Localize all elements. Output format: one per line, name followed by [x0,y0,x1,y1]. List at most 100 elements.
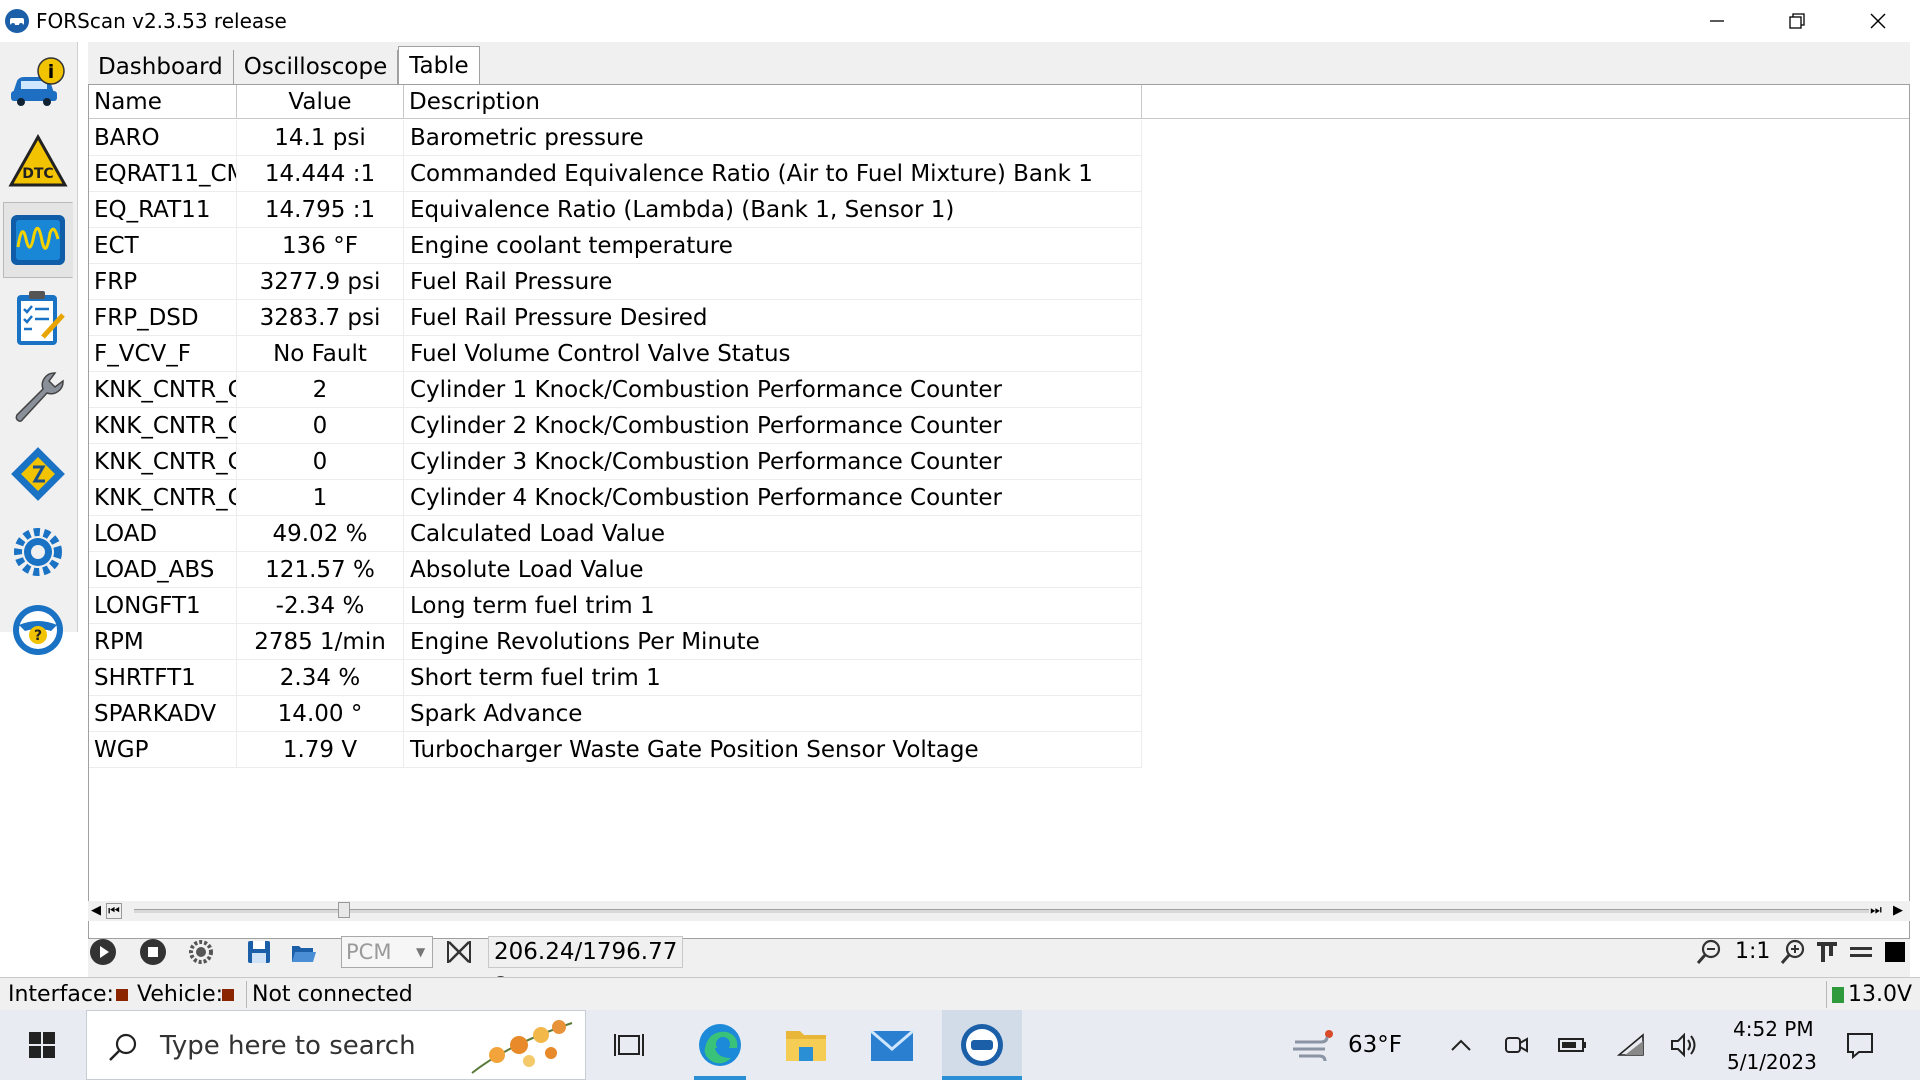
marker-button[interactable] [1810,935,1844,969]
mail-taskbar-button[interactable] [856,1010,928,1080]
table-row[interactable]: WGP 1.79 V Turbocharger Waste Gate Positio… [89,732,1142,768]
cell-description: Spark Advance [404,696,1142,732]
table-row[interactable]: LONGFT1 -2.34 % Long term fuel trim 1 [89,588,1142,624]
car-info-icon: i [11,57,65,106]
marker-icon [1817,942,1837,962]
module-select[interactable]: PCM ▼ [341,936,433,968]
tab-table[interactable]: Table [398,46,480,84]
status-bar: Interface: Vehicle: Not connected 13.0V [0,977,1920,1010]
scroll-left-icon[interactable]: ◀ [88,903,104,919]
table-row[interactable]: KNK_CNTR_CY0Cylinder 2 Knock/Combustion … [89,408,1142,444]
cell-name: KNK_CNTR_CY [89,444,237,480]
vehicle-status-indicator [216,978,240,1011]
battery-status-icon [1832,987,1844,1003]
help-button[interactable]: ? [3,592,73,668]
save-button[interactable] [242,935,276,969]
battery-tray-button[interactable] [1554,1010,1590,1080]
cell-description: Cylinder 1 Knock/Combustion Performance … [404,372,1142,408]
meet-now-button[interactable] [1500,1010,1532,1080]
fullscreen-button[interactable] [1878,935,1912,969]
tab-dashboard[interactable]: Dashboard [88,50,234,84]
zoom-ratio[interactable]: 1:1 [1735,936,1770,968]
table-row[interactable]: SHRTFT1 2.34 % Short term fuel trim 1 [89,660,1142,696]
close-button[interactable] [1838,0,1918,42]
dtc-button[interactable]: DTC [3,124,73,200]
mail-icon [870,1029,914,1061]
cell-description: Turbocharger Waste Gate Position Sensor … [404,732,1142,768]
weather-temperature[interactable]: 63°F [1348,1010,1402,1080]
play-button[interactable] [86,935,120,969]
table-row[interactable]: SPARKADV 14.00 ° Spark Advance [89,696,1142,732]
zoom-out-button[interactable] [1692,935,1726,969]
scroll-end-icon[interactable]: ⏭ [1868,903,1884,919]
notification-icon [1847,1033,1873,1060]
table-row[interactable]: KNK_CNTR_CY1Cylinder 4 Knock/Combustion … [89,480,1142,516]
time-position-display: 206.24/1796.77 s [488,936,683,995]
vehicle-info-button[interactable]: i [3,46,73,122]
table-row[interactable]: FRP 3277.9 psi Fuel Rail Pressure [89,264,1142,300]
active-app-indicator [942,1076,1022,1080]
title-bar: FORScan v2.3.53 release [0,0,1920,42]
table-row[interactable]: FRP_DSD 3283.7 psi Fuel Rail Pressure Desi… [89,300,1142,336]
scroll-track[interactable] [134,909,1869,913]
cell-value: 14.00 ° [237,696,404,732]
wifi-icon [1617,1033,1644,1056]
configuration-button[interactable] [3,436,73,512]
scroll-start-icon[interactable]: ⏮ [106,903,122,919]
stop-button[interactable] [136,935,170,969]
volume-tray-button[interactable] [1666,1010,1702,1080]
cell-name: RPM [89,624,237,660]
table-row[interactable]: LOAD_ABS 121.57 % Absolute Load Value [89,552,1142,588]
forscan-app-icon [961,1024,1003,1066]
restore-button[interactable] [1757,0,1837,42]
stop-icon [140,939,166,965]
table-row[interactable]: KNK_CNTR_CY0Cylinder 3 Knock/Combustion … [89,444,1142,480]
table-row[interactable]: BARO 14.1 psi Barometric pressure [89,120,1142,156]
data-table[interactable]: Name Value Description BARO 14.1 psi Barom… [88,84,1910,939]
hide-button[interactable] [1844,935,1878,969]
search-placeholder: Type here to search [160,1031,416,1061]
column-header-description[interactable]: Description [404,85,1142,119]
forscan-taskbar-button[interactable] [942,1010,1022,1080]
scroll-right-icon[interactable]: ▶ [1890,903,1906,919]
task-view-button[interactable] [600,1010,660,1080]
show-hidden-icons-button[interactable] [1446,1010,1476,1080]
table-row[interactable]: RPM 2785 1/min Engine Revolutions Per Minu… [89,624,1142,660]
cell-name: EQ_RAT11 [89,192,237,228]
wifi-tray-button[interactable] [1614,1010,1648,1080]
service-button[interactable] [3,358,73,434]
minimize-button[interactable] [1677,0,1757,42]
module-select-value: PCM [346,940,392,964]
settings-tool-button[interactable] [184,935,218,969]
reset-zoom-button[interactable] [442,935,476,969]
open-button[interactable] [286,935,320,969]
table-row[interactable]: EQ_RAT11 14.795 :1 Equivalence Ratio (Lamb… [89,192,1142,228]
table-row[interactable]: ECT 136 °F Engine coolant temperature [89,228,1142,264]
settings-button[interactable] [3,514,73,590]
interface-status-icon [116,989,128,1001]
table-row[interactable]: LOAD 49.02 % Calculated Load Value [89,516,1142,552]
column-header-value[interactable]: Value [237,85,404,119]
tab-oscilloscope[interactable]: Oscilloscope [233,50,399,84]
table-row[interactable]: F_VCV_F No Fault Fuel Volume Control Valve… [89,336,1142,372]
table-row[interactable]: KNK_CNTR_CY2Cylinder 1 Knock/Combustion … [89,372,1142,408]
vehicle-status-icon [222,989,234,1001]
clock-date[interactable]: 5/1/2023 [1727,1050,1817,1074]
taskbar-search-box[interactable]: Type here to search [86,1010,586,1080]
weather-widget[interactable] [1288,1010,1338,1080]
timeline-scrollbar[interactable]: ◀ ⏮ ⏭ ▶ [88,901,1910,921]
start-button[interactable] [0,1010,84,1080]
chip-config-icon [11,447,65,501]
clock-time[interactable]: 4:52 PM [1733,1017,1814,1041]
notifications-button[interactable] [1840,1010,1880,1080]
table-row[interactable]: EQRAT11_CMI14.444 :1Commanded Equivalenc… [89,156,1142,192]
checklist-icon [17,291,65,345]
edge-taskbar-button[interactable] [684,1010,756,1080]
tests-button[interactable] [3,280,73,356]
file-explorer-taskbar-button[interactable] [770,1010,842,1080]
column-header-name[interactable]: Name [89,85,237,119]
scroll-thumb[interactable] [338,902,350,918]
oscilloscope-button[interactable] [3,202,73,278]
task-view-icon [614,1034,644,1056]
zoom-in-button[interactable] [1776,935,1810,969]
